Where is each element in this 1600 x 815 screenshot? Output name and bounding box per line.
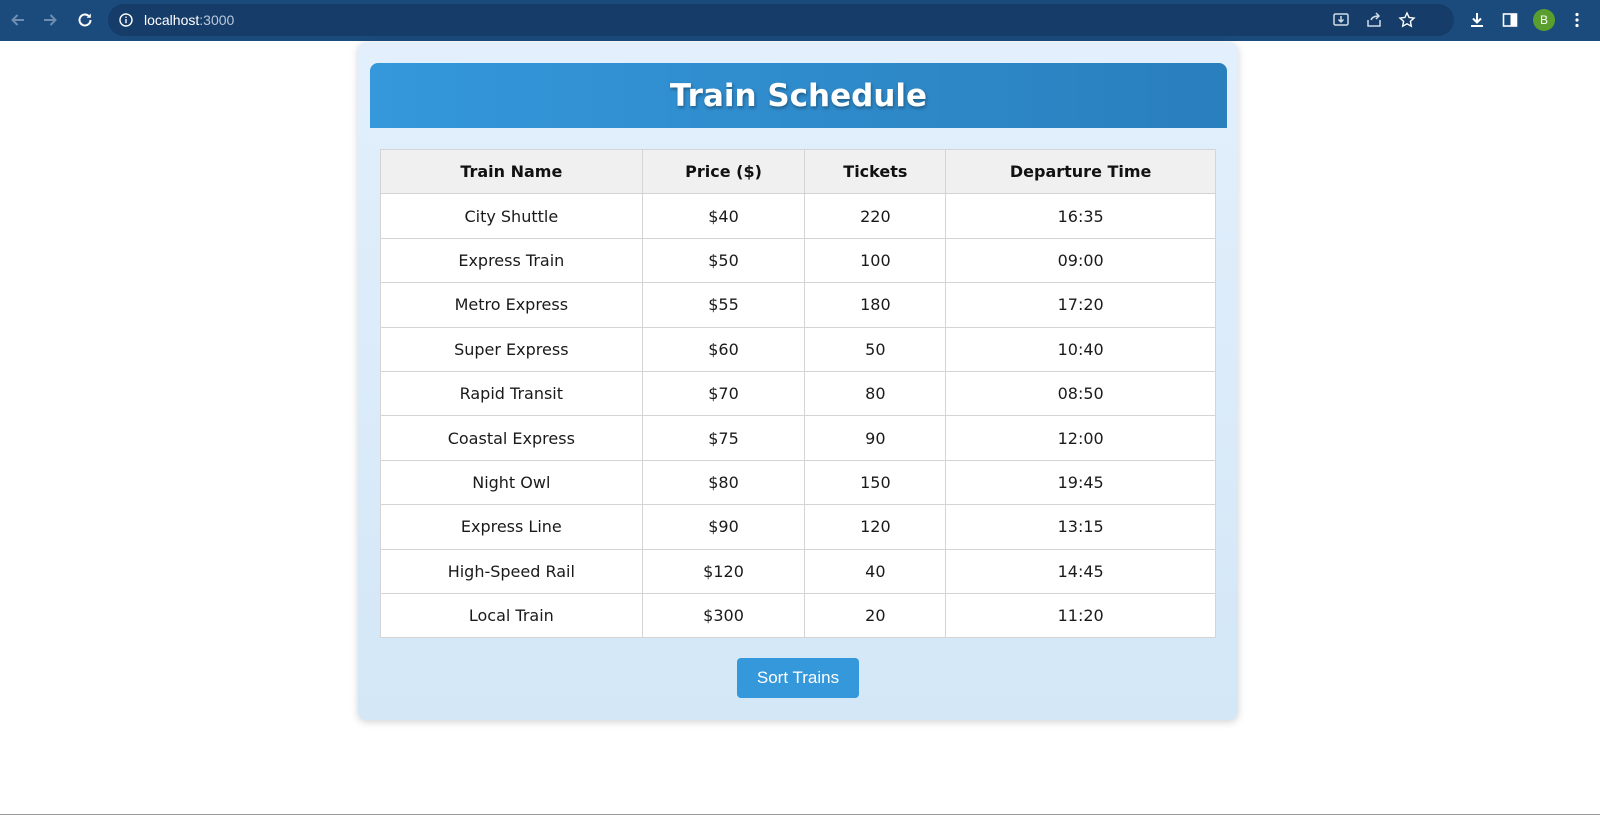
price-cell: $80 — [641, 459, 806, 506]
share-button[interactable] — [1363, 9, 1385, 31]
table-row: City Shuttle $40 220 16:35 — [380, 193, 1216, 239]
table-row: Metro Express $55 180 17:20 — [380, 282, 1216, 328]
tickets-cell: 80 — [804, 370, 947, 417]
price-cell: $55 — [641, 282, 806, 328]
page-title: Train Schedule — [669, 77, 928, 114]
table-row: Rapid Transit $70 80 08:50 — [380, 370, 1216, 417]
price-cell: $60 — [641, 326, 806, 372]
downloads-button[interactable] — [1466, 9, 1488, 31]
tickets-cell: 180 — [804, 282, 947, 328]
departure-time-cell: 10:40 — [945, 326, 1216, 372]
departure-time-cell: 14:45 — [945, 548, 1216, 594]
forward-button[interactable] — [38, 8, 62, 32]
header-price: Price ($) — [641, 148, 806, 195]
url-text: localhost:3000 — [144, 11, 234, 29]
train-schedule-table: Train Name Price ($) Tickets Departure T… — [380, 148, 1216, 639]
menu-button[interactable] — [1566, 9, 1588, 31]
table-row: Express Line $90 120 13:15 — [380, 504, 1216, 550]
table-row: Local Train $300 20 11:20 — [380, 592, 1216, 639]
train-name-cell: Express Line — [380, 504, 643, 550]
price-cell: $40 — [641, 193, 806, 239]
url-port: :3000 — [199, 12, 235, 28]
table-header-row: Train Name Price ($) Tickets Departure T… — [380, 148, 1216, 195]
departure-time-cell: 09:00 — [945, 237, 1216, 284]
departure-time-cell: 19:45 — [945, 459, 1216, 506]
tickets-cell: 150 — [804, 459, 947, 506]
table-row: Coastal Express $75 90 12:00 — [380, 415, 1216, 461]
departure-time-cell: 11:20 — [945, 592, 1216, 639]
back-button[interactable] — [6, 8, 30, 32]
train-name-cell: Night Owl — [380, 459, 643, 506]
price-cell: $50 — [641, 237, 806, 284]
reload-button[interactable] — [73, 8, 97, 32]
profile-avatar[interactable]: B — [1533, 9, 1555, 31]
browser-toolbar: localhost:3000 B — [0, 0, 1600, 41]
departure-time-cell: 12:00 — [945, 415, 1216, 461]
tickets-cell: 120 — [804, 504, 947, 550]
url-host: localhost — [144, 12, 200, 28]
sort-trains-button[interactable]: Sort Trains — [737, 658, 859, 698]
tickets-cell: 90 — [804, 415, 947, 461]
side-panel-button[interactable] — [1499, 9, 1521, 31]
train-name-cell: Coastal Express — [380, 415, 643, 461]
reload-icon — [78, 13, 92, 27]
install-app-icon — [1333, 13, 1349, 26]
star-icon — [1398, 11, 1416, 28]
tickets-cell: 100 — [804, 237, 947, 284]
departure-time-cell: 13:15 — [945, 504, 1216, 550]
price-cell: $90 — [641, 504, 806, 550]
side-panel-icon — [1502, 13, 1518, 27]
tickets-cell: 220 — [804, 193, 947, 239]
table-row: Night Owl $80 150 19:45 — [380, 459, 1216, 506]
schedule-card: Train Schedule Train Name Price ($) Tick… — [358, 42, 1238, 720]
train-name-cell: Local Train — [380, 592, 643, 639]
tickets-cell: 40 — [804, 548, 947, 594]
header-tickets: Tickets — [804, 148, 947, 195]
tickets-cell: 50 — [804, 326, 947, 372]
bookmark-button[interactable] — [1396, 9, 1418, 31]
kebab-menu-icon — [1575, 12, 1579, 28]
table-row: High-Speed Rail $120 40 14:45 — [380, 548, 1216, 594]
install-app-button[interactable] — [1330, 9, 1352, 31]
download-icon — [1471, 13, 1483, 27]
header-departure-time: Departure Time — [945, 148, 1216, 195]
train-name-cell: City Shuttle — [380, 193, 643, 239]
address-bar[interactable]: localhost:3000 — [108, 4, 1454, 36]
train-name-cell: Rapid Transit — [380, 370, 643, 417]
table-row: Super Express $60 50 10:40 — [380, 326, 1216, 372]
arrow-left-icon — [11, 14, 24, 26]
tickets-cell: 20 — [804, 592, 947, 639]
departure-time-cell: 16:35 — [945, 193, 1216, 239]
departure-time-cell: 17:20 — [945, 282, 1216, 328]
info-icon[interactable] — [118, 12, 134, 28]
price-cell: $120 — [641, 548, 806, 594]
table-row: Express Train $50 100 09:00 — [380, 237, 1216, 284]
price-cell: $300 — [641, 592, 806, 639]
share-icon — [1367, 12, 1381, 27]
train-name-cell: Express Train — [380, 237, 643, 284]
train-name-cell: Metro Express — [380, 282, 643, 328]
departure-time-cell: 08:50 — [945, 370, 1216, 417]
header-train-name: Train Name — [380, 148, 643, 195]
price-cell: $75 — [641, 415, 806, 461]
train-name-cell: High-Speed Rail — [380, 548, 643, 594]
title-banner: Train Schedule — [370, 63, 1227, 128]
train-name-cell: Super Express — [380, 326, 643, 372]
arrow-right-icon — [44, 14, 57, 26]
price-cell: $70 — [641, 370, 806, 417]
